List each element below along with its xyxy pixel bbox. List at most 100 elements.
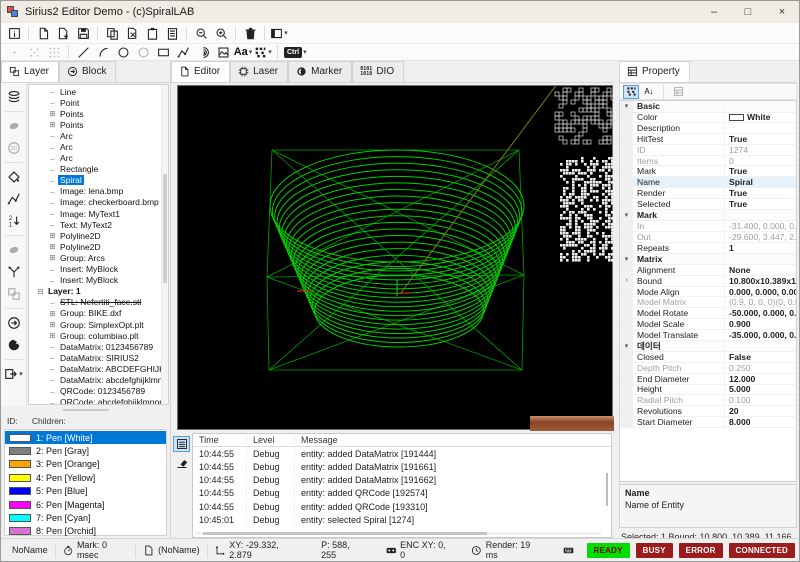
property-value[interactable]: (0.9, 0, 0, 0)(0, 0.5785085: [725, 297, 796, 307]
grid-points-tool[interactable]: [44, 44, 64, 61]
tree-item[interactable]: ⊞Polyline2D: [29, 241, 161, 252]
log-clear-button[interactable]: [173, 455, 190, 471]
tree-item[interactable]: –Insert: MyBlock: [29, 264, 161, 275]
circle-tool[interactable]: [113, 44, 133, 61]
export-button[interactable]: ▾: [4, 364, 24, 384]
line-tool[interactable]: [73, 44, 93, 61]
vertex-button[interactable]: [4, 167, 24, 187]
pen-list-item[interactable]: 3: Pen [Orange]: [5, 458, 166, 471]
pen-list-item[interactable]: 8: Pen [Orchid]: [5, 525, 166, 538]
category-collapse-icon[interactable]: ▾: [620, 341, 633, 352]
property-row[interactable]: AlignmentNone: [620, 265, 796, 276]
disc-tool[interactable]: [133, 44, 153, 61]
property-row[interactable]: NameSpiral: [620, 177, 796, 188]
property-row[interactable]: Mode Align0.000, 0.000, 0.000: [620, 287, 796, 298]
tree-item[interactable]: –DataMatrix: abcdefghijklmno: [29, 374, 161, 385]
tree-expander-icon[interactable]: ⊞: [47, 109, 58, 118]
tree-expander-icon[interactable]: ⊞: [47, 320, 58, 329]
pen-list-item[interactable]: 1: Pen [White]: [5, 431, 166, 444]
property-row[interactable]: Height5.000: [620, 385, 796, 396]
property-row[interactable]: ID1274: [620, 145, 796, 156]
property-row[interactable]: ›Bound10.800x10.389x11.166: [620, 276, 796, 287]
log-row[interactable]: 10:44:55Debugentity: added DataMatrix [1…: [193, 460, 611, 473]
tab-laser[interactable]: Laser: [230, 61, 288, 82]
tree-item[interactable]: ⊞Group: Arcs: [29, 252, 161, 263]
block-insert-button[interactable]: [4, 313, 24, 333]
rectangle-tool[interactable]: [153, 44, 173, 61]
points-tool[interactable]: [24, 44, 44, 61]
polyline-tool[interactable]: [173, 44, 193, 61]
tree-item[interactable]: –Image: MyText1: [29, 208, 161, 219]
pen-list-item[interactable]: 7: Pen [Cyan]: [5, 511, 166, 524]
property-value[interactable]: 0.000, 0.000, 0.000: [725, 287, 796, 297]
property-value[interactable]: 8.000: [725, 417, 796, 427]
save-button[interactable]: [73, 25, 93, 42]
tree-item[interactable]: ⊞Group: SimplexOpt.plt: [29, 319, 161, 330]
property-row[interactable]: SelectedTrue: [620, 199, 796, 210]
tree-item[interactable]: –DataMatrix: ABCDEFGHIJKL: [29, 363, 161, 374]
barcode-tool[interactable]: ▾: [253, 44, 273, 61]
property-row[interactable]: HitTestTrue: [620, 134, 796, 145]
image-tool[interactable]: [213, 44, 233, 61]
tree-item[interactable]: ⊟Layer: 1: [29, 286, 161, 297]
tree-item[interactable]: ⊞Group: columbiao.plt: [29, 330, 161, 341]
tree-item[interactable]: –QRCode: 0123456789: [29, 386, 161, 397]
tree-expander-icon[interactable]: ⊞: [47, 309, 58, 318]
tree-item[interactable]: –Arc: [29, 153, 161, 164]
log-row[interactable]: 10:44:55Debugentity: added DataMatrix [1…: [193, 474, 611, 487]
pen-list-item[interactable]: 4: Pen [Yellow]: [5, 471, 166, 484]
pen-list-item[interactable]: 6: Pen [Magenta]: [5, 498, 166, 511]
arc-tool[interactable]: [93, 44, 113, 61]
spiral-tool[interactable]: [193, 44, 213, 61]
tree-item[interactable]: ⊞Group: BIKE.dxf: [29, 308, 161, 319]
branch-button[interactable]: [4, 262, 24, 282]
property-value[interactable]: 5.000: [725, 384, 796, 394]
tab-block[interactable]: Block: [59, 61, 116, 82]
property-row[interactable]: Model Rotate-50.000, 0.000, 0.000: [620, 308, 796, 319]
property-value[interactable]: True: [725, 188, 796, 198]
property-value[interactable]: True: [725, 199, 796, 209]
cut-button[interactable]: [122, 25, 142, 42]
minimize-button[interactable]: –: [697, 1, 731, 23]
property-value[interactable]: 1: [725, 243, 796, 253]
alphabetical-sort-button[interactable]: A↓: [641, 85, 657, 99]
tree-expander-icon[interactable]: ⊞: [47, 242, 58, 251]
property-value[interactable]: 10.800x10.389x11.166: [725, 276, 796, 286]
property-value[interactable]: 0: [725, 156, 796, 166]
tree-item[interactable]: –Arc: [29, 130, 161, 141]
tree-scrollbar[interactable]: [161, 85, 168, 404]
property-row[interactable]: RenderTrue: [620, 188, 796, 199]
tree-item[interactable]: –Insert: MyBlock: [29, 275, 161, 286]
property-row[interactable]: Revolutions20: [620, 406, 796, 417]
new-button[interactable]: [33, 25, 53, 42]
tree-expander-icon[interactable]: ⊞: [47, 253, 58, 262]
tree-expander-icon[interactable]: ⊟: [35, 287, 46, 296]
property-row[interactable]: Repeats1: [620, 243, 796, 254]
log-header[interactable]: Time Level Message: [193, 434, 611, 447]
oval-button[interactable]: [4, 116, 24, 136]
property-pages-button[interactable]: [670, 85, 686, 99]
about-button[interactable]: [4, 25, 24, 42]
tree-item[interactable]: –Point: [29, 97, 161, 108]
tree-item[interactable]: ⊞Points: [29, 108, 161, 119]
zoom-in-button[interactable]: [211, 25, 231, 42]
property-value[interactable]: 0.250: [725, 363, 796, 373]
fill-button[interactable]: [4, 240, 24, 260]
tree-item[interactable]: –QRCode: abcdefghijklmnopq: [29, 397, 161, 404]
property-category-row[interactable]: ▾Mark: [620, 210, 796, 222]
property-row[interactable]: MarkTrue: [620, 166, 796, 177]
close-button[interactable]: ×: [765, 1, 799, 23]
delete-button[interactable]: [240, 25, 260, 42]
property-row[interactable]: Description: [620, 123, 796, 134]
tree-item[interactable]: –Spiral: [29, 175, 161, 186]
property-value[interactable]: -50.000, 0.000, 0.000: [725, 308, 796, 318]
property-value[interactable]: -31.400, 0.000, 0.000: [725, 221, 796, 231]
property-value[interactable]: -35.000, 0.000, 0.000: [725, 330, 796, 340]
tab-marker[interactable]: Marker: [288, 61, 352, 82]
tree-item[interactable]: ⊞Polyline2D: [29, 230, 161, 241]
tree-item[interactable]: –Image: lena.bmp: [29, 186, 161, 197]
property-category-row[interactable]: ▾Basic: [620, 101, 796, 113]
tree-item[interactable]: –Image: checkerboard.bmp: [29, 197, 161, 208]
tree-item[interactable]: –Arc: [29, 141, 161, 152]
property-expander-icon[interactable]: ›: [620, 276, 633, 286]
